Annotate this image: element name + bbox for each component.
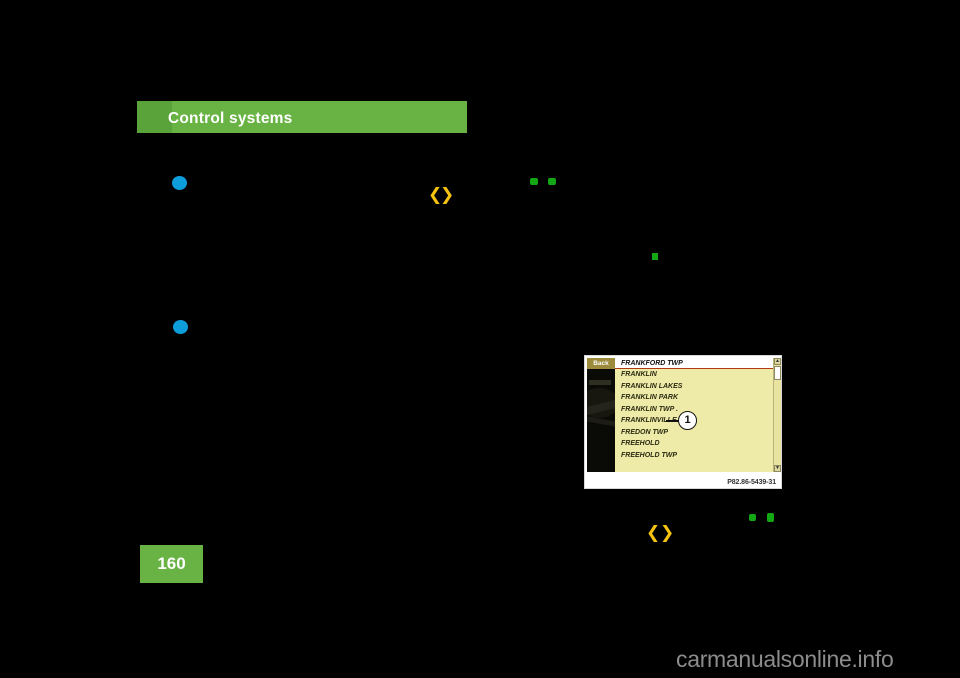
- callout-marker-1: 1: [678, 411, 697, 430]
- chapter-header-tab: [137, 101, 172, 133]
- scroll-down-arrow-icon[interactable]: ▼: [774, 465, 781, 472]
- green-mark-top-1: [530, 178, 538, 185]
- control-symbol-right-bottom: ❯: [660, 523, 675, 543]
- list-item[interactable]: FREDON TWP: [615, 427, 773, 439]
- green-mark-bottom-1: [749, 514, 756, 521]
- list-item[interactable]: FRANKLIN: [615, 369, 773, 381]
- site-watermark: carmanualsonline.info: [676, 646, 894, 672]
- list-item[interactable]: FRANKLIN LAKES: [615, 381, 773, 393]
- page-number: 160: [157, 554, 186, 573]
- control-symbol-left-bottom: ❮: [646, 523, 661, 543]
- list-selected-item[interactable]: FRANKFORD TWP: [615, 358, 773, 369]
- page-title: Control systems: [168, 110, 293, 127]
- figure-caption: P82.86-5439-31: [727, 479, 776, 486]
- list-scrollbar[interactable]: ▲ ▼: [773, 358, 781, 472]
- page-number-box: 160: [140, 545, 203, 583]
- scroll-up-arrow-icon[interactable]: ▲: [774, 358, 781, 365]
- back-button[interactable]: Back: [587, 358, 615, 369]
- green-mark-middle: [652, 253, 658, 260]
- bullet-marker-2: [173, 320, 188, 334]
- green-mark-bottom-2: [767, 513, 774, 522]
- list-item[interactable]: FREEHOLD TWP: [615, 450, 773, 462]
- green-mark-top-2: [548, 178, 556, 185]
- list-item[interactable]: FRANKLIN PARK: [615, 392, 773, 404]
- list-item[interactable]: FREEHOLD: [615, 438, 773, 450]
- scrollbar-thumb[interactable]: [774, 366, 781, 380]
- map-road-3: [589, 380, 611, 385]
- bullet-marker-1: [172, 176, 187, 190]
- control-symbol-right-top: ❯: [440, 185, 455, 205]
- map-thumbnail-panel: Back: [587, 358, 615, 472]
